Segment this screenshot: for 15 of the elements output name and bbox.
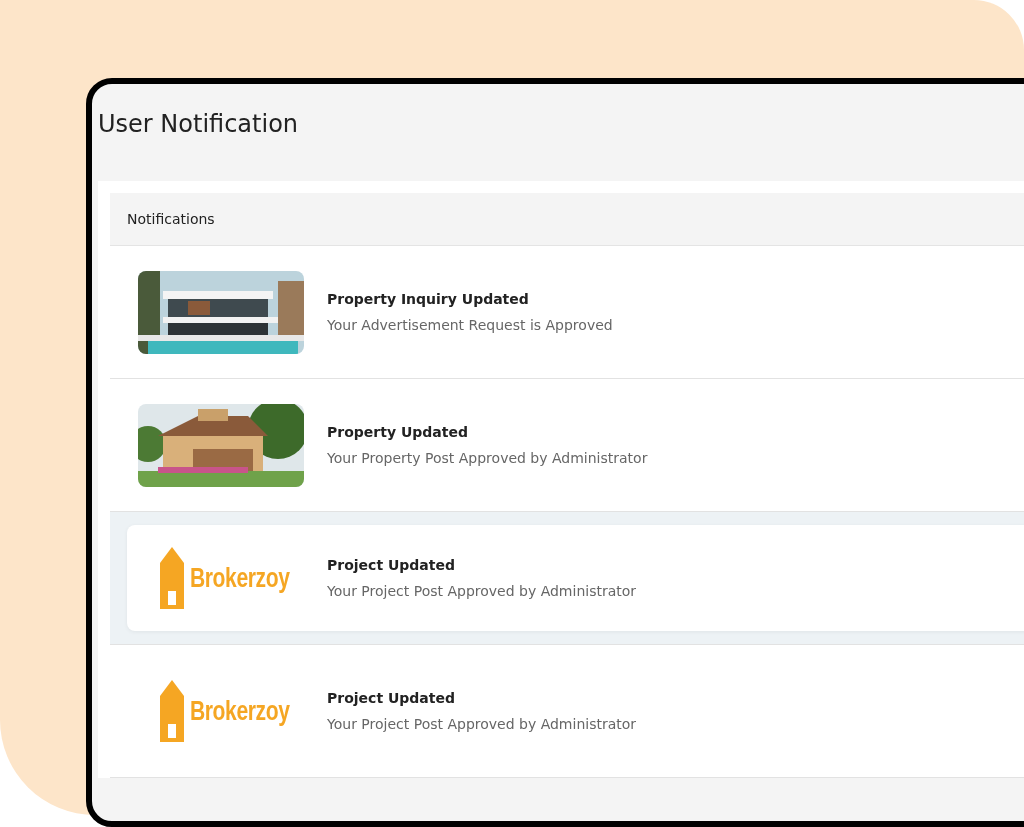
panel-heading: Notifications xyxy=(127,211,215,227)
logo-text: Brokerzoy xyxy=(190,695,290,727)
page-title: User Notification xyxy=(98,109,300,140)
notification-message: Your Project Post Approved by Administrator xyxy=(327,583,637,599)
house-icon xyxy=(160,680,184,742)
notification-title: Project Updated xyxy=(327,557,456,573)
notification-title: Project Updated xyxy=(327,690,456,706)
notification-message: Your Project Post Approved by Administrator xyxy=(327,716,637,732)
notification-title: Property Updated xyxy=(327,424,469,440)
notification-message: Your Advertisement Request is Approved xyxy=(327,317,613,333)
notification-item[interactable]: Brokerzoy Project Updated Your Project Post Approved by Administrator xyxy=(110,512,1024,645)
logo-text: Brokerzoy xyxy=(190,562,290,594)
notification-message: Your Property Post Approved by Administrator xyxy=(327,450,648,466)
house-icon xyxy=(160,547,184,609)
notification-title: Property Inquiry Updated xyxy=(327,291,530,307)
